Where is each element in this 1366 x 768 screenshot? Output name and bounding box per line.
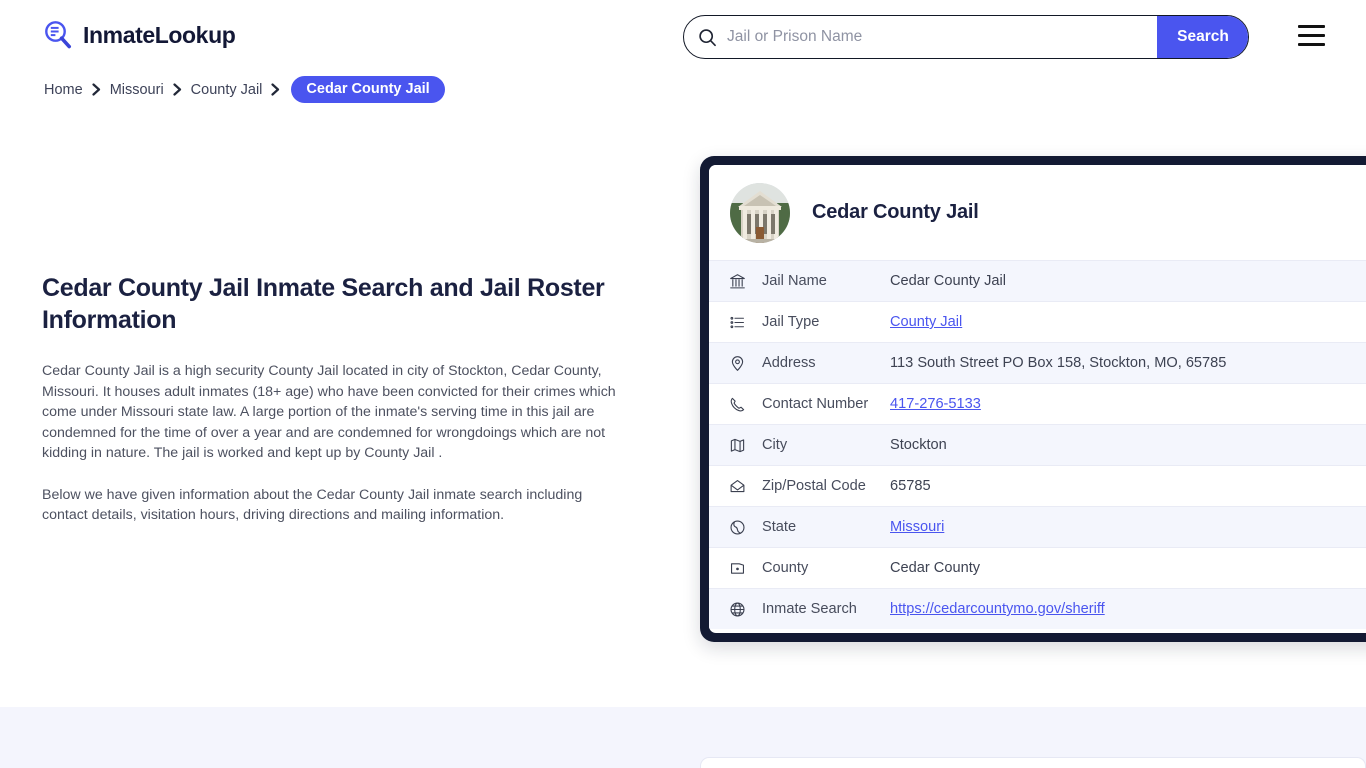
row-label: Contact Number <box>762 396 869 412</box>
next-card-top-edge <box>700 757 1366 768</box>
brand-logo-link[interactable]: InmateLookup <box>42 19 236 51</box>
row-label: Address <box>762 355 816 371</box>
breadcrumb-current-page: Cedar County Jail <box>291 76 445 103</box>
hamburger-bar <box>1298 33 1325 38</box>
table-row: Zip/Postal Code 65785 <box>709 465 1366 506</box>
row-label: Jail Name <box>762 273 827 289</box>
row-value: Stockton <box>890 437 947 453</box>
table-row: Address 113 South Street PO Box 158, Sto… <box>709 342 1366 383</box>
article-column: Cedar County Jail Inmate Search and Jail… <box>42 272 642 526</box>
jail-info-card: Cedar County Jail Jail Name Cedar County… <box>700 156 1366 642</box>
search-input[interactable] <box>717 16 1157 58</box>
table-row: Jail Name Cedar County Jail <box>709 260 1366 301</box>
breadcrumb: Home Missouri County Jail Cedar County J… <box>42 76 445 103</box>
chevron-right-icon <box>271 83 280 96</box>
secondary-paragraph: Below we have given information about th… <box>42 486 583 524</box>
search-button[interactable]: Search <box>1157 16 1248 58</box>
search-bar: Search <box>683 15 1249 59</box>
table-row: Contact Number 417-276-5133 <box>709 383 1366 424</box>
list-icon <box>727 312 748 333</box>
globe-icon <box>727 599 748 620</box>
table-row: City Stockton <box>709 424 1366 465</box>
table-row: County Cedar County <box>709 547 1366 588</box>
row-value: 65785 <box>890 478 931 494</box>
table-row: Inmate Search https://cedarcountymo.gov/… <box>709 588 1366 629</box>
hamburger-menu-icon[interactable] <box>1298 25 1325 46</box>
row-value-link[interactable]: https://cedarcountymo.gov/sheriff <box>890 601 1105 617</box>
row-value-link[interactable]: Missouri <box>890 519 944 535</box>
table-row: Jail Type County Jail <box>709 301 1366 342</box>
page-title: Cedar County Jail Inmate Search and Jail… <box>42 274 605 334</box>
magnifier-list-logo-icon <box>42 19 74 51</box>
row-label: County <box>762 560 809 576</box>
phone-icon <box>727 394 748 415</box>
envelope-icon <box>727 476 748 497</box>
chevron-right-icon <box>92 83 101 96</box>
site-header: InmateLookup Search <box>0 0 1366 74</box>
map-pin-icon <box>727 353 748 374</box>
row-label: City <box>762 437 788 453</box>
row-value-link[interactable]: County Jail <box>890 314 962 330</box>
row-label: State <box>762 519 797 535</box>
table-row: State Missouri <box>709 506 1366 547</box>
jail-details-table: Jail Name Cedar County Jail Jail Type Co… <box>709 260 1366 629</box>
map-icon <box>727 435 748 456</box>
row-value-link[interactable]: 417-276-5133 <box>890 396 981 412</box>
intro-paragraph: Cedar County Jail is a high security Cou… <box>42 363 616 461</box>
hamburger-bar <box>1298 25 1325 29</box>
row-label: Zip/Postal Code <box>762 478 866 494</box>
bank-icon <box>727 271 748 292</box>
row-value: Cedar County Jail <box>890 273 1006 289</box>
jail-info-card-inner: Cedar County Jail Jail Name Cedar County… <box>709 165 1366 633</box>
breadcrumb-item-home[interactable]: Home <box>42 82 85 98</box>
row-value: Cedar County <box>890 560 981 576</box>
page-root: InmateLookup Search Home Missouri <box>0 0 1366 768</box>
globe-state-icon <box>727 517 748 538</box>
breadcrumb-item-county-jail[interactable]: County Jail <box>189 82 265 98</box>
row-label: Jail Type <box>762 314 820 330</box>
row-value: 113 South Street PO Box 158, Stockton, M… <box>890 355 1227 371</box>
courthouse-photo <box>730 182 790 243</box>
jail-card-title: Cedar County Jail <box>812 201 979 223</box>
chevron-right-icon <box>173 83 182 96</box>
search-icon <box>698 28 717 47</box>
brand-name: InmateLookup <box>83 21 236 48</box>
county-icon <box>727 558 748 579</box>
jail-info-card-header: Cedar County Jail <box>709 165 1366 260</box>
hamburger-bar <box>1298 42 1325 46</box>
breadcrumb-item-missouri[interactable]: Missouri <box>108 82 166 98</box>
row-label: Inmate Search <box>762 601 857 617</box>
